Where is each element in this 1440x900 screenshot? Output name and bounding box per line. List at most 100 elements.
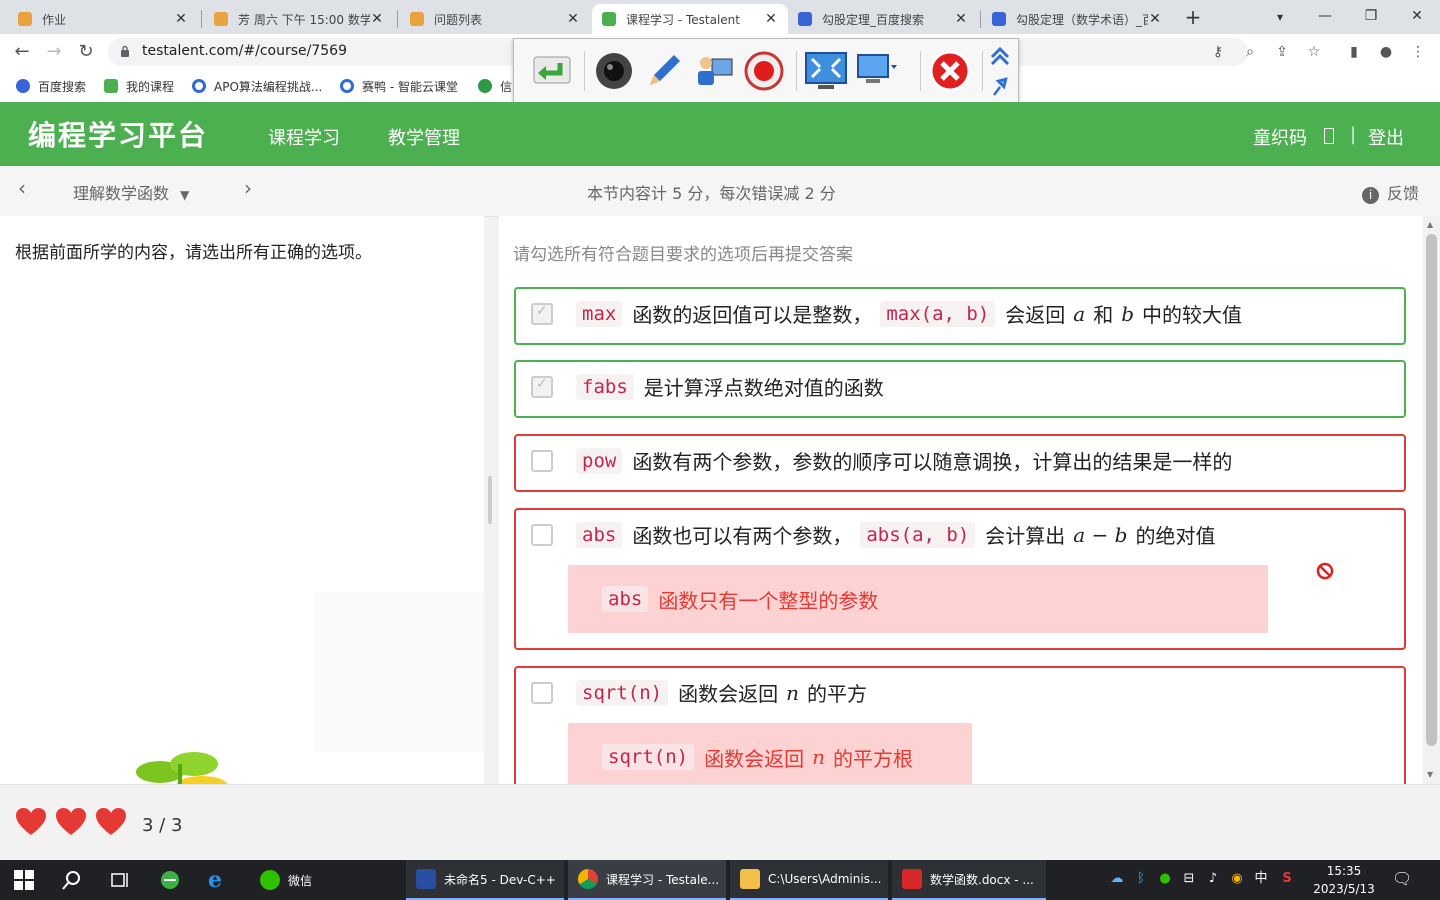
option-checkbox[interactable]	[531, 303, 553, 325]
pen-icon[interactable]	[642, 49, 686, 93]
restore-button[interactable]: ❐	[1348, 0, 1394, 34]
wps-writer-icon	[902, 869, 922, 889]
new-tab-button[interactable]: +	[1180, 4, 1206, 30]
tab-title: 勾股定理_百度搜索	[822, 12, 925, 27]
user-name[interactable]: 童织码	[1253, 124, 1307, 150]
app-tray-icon[interactable]: ◉	[1228, 870, 1246, 888]
tab-homework[interactable]: 作业 ✕	[8, 4, 198, 34]
error-feedback-box: abs 函数只有一个整型的参数	[568, 565, 1268, 633]
option-checkbox[interactable]	[531, 376, 553, 398]
prev-chevron-icon[interactable]: ‹	[18, 176, 26, 200]
option-checkbox[interactable]	[531, 682, 553, 704]
share-icon[interactable]: ⇪	[1272, 42, 1292, 62]
option-text: pow 函数有两个参数，参数的顺序可以随意调换，计算出的结果是一样的	[576, 446, 1240, 475]
internet-explorer-icon[interactable]: e	[208, 869, 228, 891]
notification-icon[interactable]: 🗨	[1392, 870, 1412, 888]
system-clock[interactable]: 15:35 2023/5/13	[1312, 862, 1376, 898]
site-logo[interactable]: 编程学习平台	[28, 114, 208, 154]
option-checkbox[interactable]	[531, 450, 553, 472]
close-tab-icon[interactable]: ✕	[764, 11, 778, 27]
browser-menu-icon[interactable]: ⋮	[1408, 42, 1428, 62]
side-panel-icon[interactable]: ▮	[1344, 42, 1364, 62]
tab-baidu-baike[interactable]: 勾股定理（数学术语）_百 ✕	[982, 4, 1172, 34]
search-icon[interactable]	[62, 870, 82, 890]
taskbar-explorer[interactable]: C:\Users\Adminis...	[730, 860, 888, 900]
close-tab-icon[interactable]: ✕	[566, 11, 580, 27]
scroll-up-icon[interactable]: ▲	[1427, 220, 1433, 229]
wechat-tray-icon[interactable]: ●	[1156, 870, 1174, 888]
minimize-button[interactable]: —	[1302, 0, 1348, 34]
collapse-up-icon[interactable]	[988, 45, 1012, 67]
forward-arrow-icon[interactable]: →	[42, 40, 66, 64]
record-button-icon[interactable]	[742, 49, 786, 93]
bookmark-baidu[interactable]: 百度搜索	[16, 76, 86, 96]
option-max[interactable]: max 函数的返回值可以是整数， max(a, b) 会返回 a 和 b 中的较…	[514, 287, 1406, 345]
close-tab-icon[interactable]: ✕	[370, 11, 384, 27]
feedback-label: 反馈	[1387, 184, 1420, 203]
option-abs[interactable]: abs 函数也可以有两个参数， abs(a, b) 会计算出 a − b 的绝对…	[514, 508, 1406, 650]
bookmark-star-icon[interactable]: ☆	[1304, 42, 1324, 62]
volume-icon[interactable]: ♪	[1204, 870, 1222, 888]
sogou-input-icon[interactable]: S	[1278, 870, 1296, 888]
option-checkbox[interactable]	[531, 524, 553, 546]
monitor-dropdown-icon[interactable]	[856, 49, 900, 93]
tab-baidu-search[interactable]: 勾股定理_百度搜索 ✕	[788, 4, 978, 34]
tab-schedule[interactable]: 芳 周六 下午 15:00 数学 ✕	[204, 4, 394, 34]
feedback-button[interactable]: i 反馈	[1362, 180, 1419, 204]
wechat-icon	[260, 870, 280, 890]
bookmark-saiya[interactable]: 赛鸭 - 智能云课堂	[340, 76, 458, 96]
bookmark-xin[interactable]: 信	[478, 76, 512, 96]
scroll-thumb[interactable]	[1426, 234, 1437, 746]
camera-lens-icon[interactable]	[592, 49, 636, 93]
option-pow[interactable]: pow 函数有两个参数，参数的顺序可以随意调换，计算出的结果是一样的	[514, 434, 1406, 492]
nav-course-study[interactable]: 课程学习	[268, 124, 340, 150]
close-window-button[interactable]: ✕	[1394, 0, 1440, 34]
answer-scrollbar[interactable]: ▲ ▼	[1423, 216, 1440, 784]
close-tab-icon[interactable]: ✕	[954, 11, 968, 27]
ime-indicator[interactable]: 中	[1252, 870, 1270, 888]
next-chevron-icon[interactable]: ›	[244, 176, 252, 200]
devcpp-icon	[416, 869, 436, 889]
back-arrow-icon[interactable]: ←	[10, 40, 34, 64]
bookmark-my-courses[interactable]: 我的课程	[104, 76, 174, 96]
math-var: n	[812, 745, 825, 769]
onedrive-icon[interactable]: ☁	[1108, 870, 1126, 888]
lock-icon	[121, 45, 129, 57]
answer-panel: 请勾选所有符合题目要求的选项后再提交答案 max 函数的返回值可以是整数， ma…	[499, 216, 1423, 784]
tab-course-study[interactable]: 课程学习 - Testalent ✕	[592, 4, 788, 34]
browser-360-icon[interactable]	[160, 870, 180, 890]
tab-problem-list[interactable]: 问题列表 ✕	[400, 4, 590, 34]
code-token: sqrt(n)	[576, 679, 669, 706]
scroll-down-icon[interactable]: ▼	[1427, 770, 1433, 779]
fullscreen-broadcast-icon[interactable]	[804, 49, 848, 93]
nav-teaching-management[interactable]: 教学管理	[388, 124, 460, 150]
lesson-dropdown[interactable]: 理解数学函数 ▼	[73, 180, 189, 204]
bluetooth-icon[interactable]: ᛒ	[1132, 870, 1150, 888]
option-sqrt[interactable]: sqrt(n) 函数会返回 n 的平方 sqrt(n) 函数会返回 n 的平方根	[514, 666, 1406, 784]
task-view-icon[interactable]	[110, 870, 130, 890]
close-tab-icon[interactable]: ✕	[174, 11, 188, 27]
bookmark-apo[interactable]: APO算法编程挑战...	[192, 76, 322, 96]
heart-icon	[56, 808, 86, 835]
key-icon[interactable]: ⚷	[1208, 42, 1228, 62]
option-fabs[interactable]: fabs 是计算浮点数绝对值的函数	[514, 360, 1406, 418]
close-tab-icon[interactable]: ✕	[1148, 11, 1162, 27]
return-desktop-icon[interactable]	[530, 49, 574, 93]
profile-avatar-icon[interactable]: ●	[1376, 42, 1396, 62]
close-tool-icon[interactable]	[928, 49, 972, 93]
taskbar-chrome[interactable]: 课程学习 - Testale...	[568, 860, 726, 900]
teacher-screen-icon[interactable]	[692, 49, 736, 93]
reload-icon[interactable]: ↻	[74, 40, 98, 64]
browser-tab-bar: 作业 ✕ 芳 周六 下午 15:00 数学 ✕ 问题列表 ✕ 课程学习 - Te…	[0, 0, 1440, 34]
zoom-icon[interactable]: ⌕	[1240, 42, 1260, 62]
network-icon[interactable]: ⊟	[1180, 870, 1198, 888]
windows-start-icon[interactable]	[14, 870, 34, 890]
taskbar-wps[interactable]: 数学函数.docx - ...	[892, 860, 1046, 900]
panel-resize-handle[interactable]	[488, 476, 492, 524]
taskbar-devcpp[interactable]: 未命名5 - Dev-C++	[406, 860, 564, 900]
pin-icon[interactable]	[990, 75, 1010, 97]
tab-search-chevron-icon[interactable]: ▾	[1268, 4, 1292, 30]
globe-icon	[192, 79, 206, 93]
logout-link[interactable]: 登出	[1368, 124, 1404, 150]
taskbar-wechat[interactable]: 微信	[250, 860, 404, 900]
